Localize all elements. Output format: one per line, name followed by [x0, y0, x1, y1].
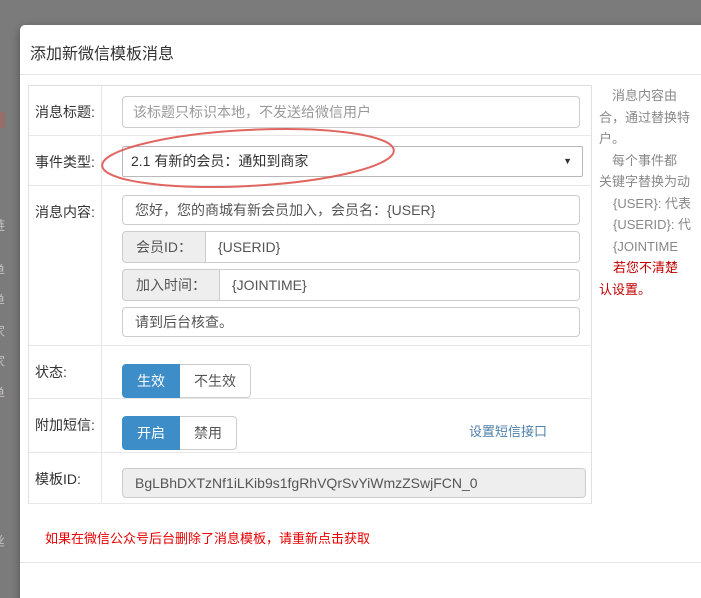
help-line: 每个事件都 — [599, 150, 701, 172]
status-active-button[interactable]: 生效 — [122, 364, 180, 398]
help-line: {USER}: 代表 — [599, 193, 701, 215]
sms-enable-button[interactable]: 开启 — [122, 416, 180, 450]
background-fragment — [0, 112, 5, 128]
help-line: 户。 — [599, 128, 701, 150]
message-title-label: 消息标题: — [29, 86, 102, 135]
row-event-type: 事件类型: 2.1 有新的会员：通知到商家 ▼ — [29, 136, 591, 186]
background-text-fragment: 链 — [0, 218, 6, 234]
help-line: 消息内容由 — [599, 85, 701, 107]
sms-toggle: 开启 禁用 — [122, 416, 237, 450]
status-label: 状态: — [29, 346, 102, 398]
help-line: 认设置。 — [599, 279, 701, 301]
modal-title: 添加新微信模板消息 — [20, 25, 701, 64]
event-type-label: 事件类型: — [29, 136, 102, 185]
content-line1-input[interactable] — [122, 195, 580, 225]
help-line: {JOINTIME — [599, 236, 701, 258]
background-text-fragment: 丝 — [0, 534, 6, 550]
background-text-fragment: 单 — [0, 386, 6, 402]
member-id-group: 会员ID： — [122, 231, 580, 263]
row-message-content: 消息内容: 会员ID： 加入时间： — [29, 186, 591, 346]
background-text-fragment: < — [0, 558, 6, 574]
help-line: 合，通过替换特 — [599, 107, 701, 129]
message-title-input[interactable] — [122, 96, 580, 128]
event-type-selected-value: 2.1 有新的会员：通知到商家 — [131, 153, 308, 169]
template-id-label: 模板ID: — [29, 453, 102, 503]
row-message-title: 消息标题: — [29, 86, 591, 136]
screen: 链单单家家单丝< 添加新微信模板消息 消息标题: 事件类型: 2.1 有新的会员… — [0, 0, 701, 598]
member-id-input[interactable] — [206, 231, 580, 263]
sms-disable-button[interactable]: 禁用 — [180, 416, 237, 450]
extra-sms-label: 附加短信: — [29, 399, 102, 452]
chevron-down-icon: ▼ — [563, 147, 572, 176]
join-time-group: 加入时间： — [122, 269, 580, 301]
row-status: 状态: 生效 不生效 — [29, 346, 591, 399]
sms-settings-link[interactable]: 设置短信接口 — [469, 421, 547, 440]
delete-template-warning: 如果在微信公众号后台删除了消息模板，请重新点击获取 — [45, 528, 370, 547]
help-line: 关键字替换为动 — [599, 171, 701, 193]
modal-header: 添加新微信模板消息 — [20, 25, 701, 75]
status-inactive-button[interactable]: 不生效 — [180, 364, 251, 398]
status-toggle: 生效 不生效 — [122, 364, 251, 398]
event-type-select[interactable]: 2.1 有新的会员：通知到商家 ▼ — [122, 146, 583, 177]
help-text-panel: 消息内容由合，通过替换特户。每个事件都关键字替换为动{USER}: 代表{USE… — [599, 85, 701, 300]
message-content-label: 消息内容: — [29, 186, 102, 345]
footer-divider — [20, 562, 701, 563]
help-line: {USERID}: 代 — [599, 214, 701, 236]
row-template-id: 模板ID: — [29, 453, 591, 504]
row-extra-sms: 附加短信: 开启 禁用 设置短信接口 — [29, 399, 591, 453]
background-text-fragment: 家 — [0, 324, 6, 340]
background-text-fragment: 家 — [0, 354, 6, 370]
background-text-fragment: 单 — [0, 263, 6, 279]
join-time-input[interactable] — [220, 269, 580, 301]
join-time-addon-label: 加入时间： — [122, 269, 220, 301]
help-line: 若您不清楚 — [599, 257, 701, 279]
template-form: 消息标题: 事件类型: 2.1 有新的会员：通知到商家 ▼ 消息内容: — [28, 85, 592, 504]
member-id-addon-label: 会员ID： — [122, 231, 206, 263]
template-id-input — [122, 468, 586, 498]
content-line4-input[interactable] — [122, 307, 580, 337]
background-text-fragment: 单 — [0, 293, 6, 309]
